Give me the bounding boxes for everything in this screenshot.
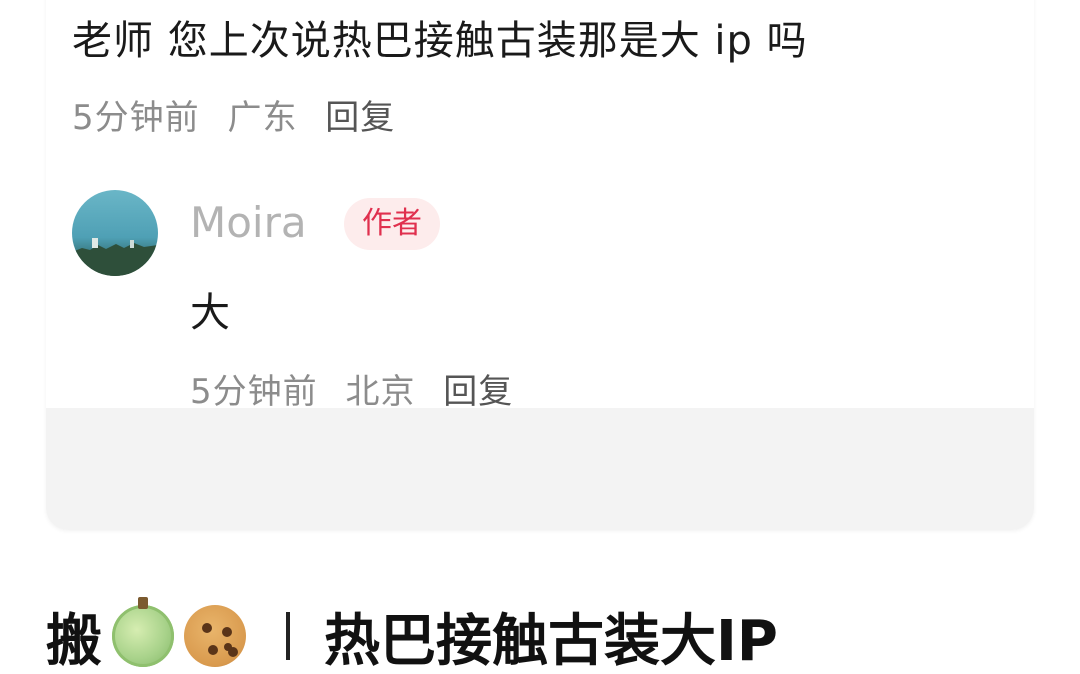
comment-card: 老师 您上次说热巴接触古装那是大 ip 吗 5分钟前 广东 回复 Moira 作… bbox=[46, 0, 1034, 530]
author-name[interactable]: Moira bbox=[190, 198, 307, 247]
comment-time: 5分钟前 bbox=[72, 98, 200, 138]
headline-prefix: 搬 bbox=[46, 608, 102, 674]
headline-title: 热巴接触古装大IP bbox=[324, 608, 778, 674]
melon-icon bbox=[112, 597, 174, 667]
reply-text: 大 bbox=[190, 290, 230, 336]
comment-meta: 5分钟前 广东 回复 bbox=[72, 90, 411, 139]
author-avatar[interactable] bbox=[72, 190, 158, 276]
post-headline: 搬 热巴接触古装大IP bbox=[46, 597, 778, 674]
comment-text: 老师 您上次说热巴接触古装那是大 ip 吗 bbox=[72, 18, 808, 64]
reply-meta: 5分钟前 北京 回复 bbox=[190, 364, 529, 413]
card-footer-band bbox=[46, 408, 1034, 530]
reply-location: 北京 bbox=[345, 372, 416, 412]
headline-divider bbox=[286, 612, 290, 660]
author-badge: 作者 bbox=[344, 198, 440, 250]
screenshot-page: 老师 您上次说热巴接触古装那是大 ip 吗 5分钟前 广东 回复 Moira 作… bbox=[0, 0, 1080, 674]
avatar-landscape-image bbox=[72, 238, 158, 276]
reply-time: 5分钟前 bbox=[190, 372, 318, 412]
comment-location: 广东 bbox=[227, 98, 298, 138]
comment-reply-button[interactable]: 回复 bbox=[325, 98, 395, 138]
cookie-icon bbox=[184, 605, 246, 667]
reply-reply-button[interactable]: 回复 bbox=[443, 372, 513, 412]
